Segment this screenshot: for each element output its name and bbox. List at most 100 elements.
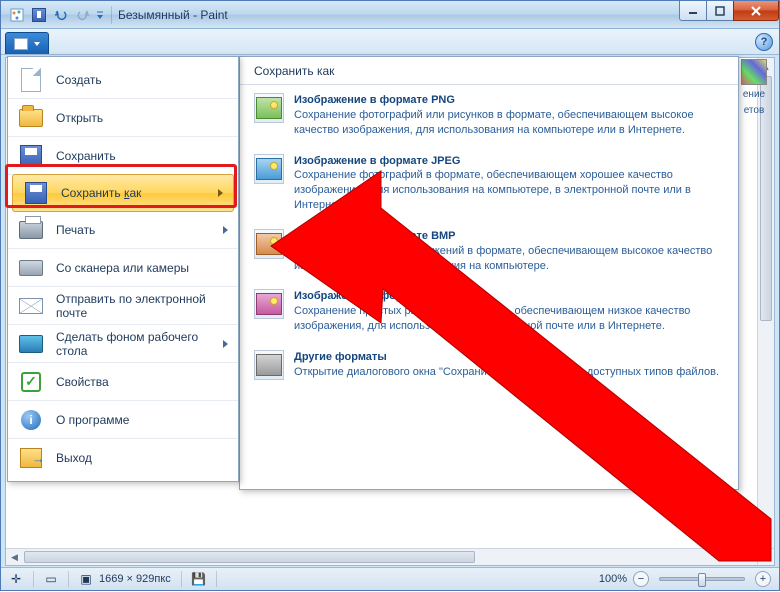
menu-label: Со сканера или камеры	[56, 261, 189, 275]
menu-item-about[interactable]: i О программе	[8, 401, 238, 439]
status-sep	[33, 571, 34, 587]
submenu-item-title: Изображение в формате JPEG	[294, 154, 724, 169]
paint-app-icon	[7, 5, 27, 25]
menu-item-exit[interactable]: Выход	[8, 439, 238, 477]
zoom-slider-knob[interactable]	[698, 573, 706, 587]
menu-label: Создать	[56, 73, 102, 87]
menu-label: Сделать фоном рабочего стола	[56, 330, 211, 358]
menu-item-scanner[interactable]: Со сканера или камеры	[8, 249, 238, 287]
ribbon-label-2: етов	[744, 105, 765, 117]
zoom-out-button[interactable]: −	[633, 571, 649, 587]
horizontal-scroll-thumb[interactable]	[24, 551, 475, 563]
edit-colors-icon[interactable]	[741, 59, 767, 85]
menu-item-new[interactable]: Создать	[8, 61, 238, 99]
save-as-submenu: Сохранить как Изображение в формате PNGС…	[239, 56, 739, 490]
ribbon-label-1: ение	[743, 89, 765, 101]
menu-label: Отправить по электронной почте	[56, 292, 228, 320]
canvas-size-icon: ▣	[79, 572, 93, 586]
menu-item-properties[interactable]: Свойства	[8, 363, 238, 401]
horizontal-scrollbar[interactable]: ◀ ▶	[6, 548, 757, 565]
file-tab[interactable]	[5, 32, 49, 54]
file-tab-icon	[14, 38, 28, 50]
scroll-left-icon[interactable]: ◀	[6, 549, 23, 565]
submenu-item-title: Изображение в формате PNG	[294, 93, 724, 108]
submenu-item-bmp[interactable]: Изображение в формате BMPСохранение любы…	[240, 221, 738, 282]
selection-size-icon: ▭	[44, 572, 58, 586]
menu-label: Открыть	[56, 111, 103, 125]
submenu-item-gif[interactable]: Изображение в формате GIFСохранение прос…	[240, 281, 738, 342]
menu-label: Выход	[56, 451, 92, 465]
qat-save-icon[interactable]	[29, 5, 49, 25]
menu-item-wallpaper[interactable]: Сделать фоном рабочего стола	[8, 325, 238, 363]
qat-redo-icon[interactable]	[73, 5, 93, 25]
file-size-icon: 💾	[192, 572, 206, 586]
zoom-slider[interactable]	[659, 577, 745, 581]
menu-label: Свойства	[56, 375, 109, 389]
scroll-corner	[757, 548, 774, 565]
minimize-button[interactable]	[679, 1, 707, 21]
info-icon: i	[18, 407, 44, 433]
menu-item-save[interactable]: Сохранить	[8, 137, 238, 175]
menu-item-open[interactable]: Открыть	[8, 99, 238, 137]
submenu-arrow-icon	[223, 340, 228, 348]
submenu-item-other[interactable]: Другие форматыОткрытие диалогового окна …	[240, 342, 738, 388]
submenu-item-desc: Сохранение фотографий или рисунков в фор…	[294, 108, 724, 138]
status-sep	[181, 571, 182, 587]
menu-item-save-as[interactable]: Сохранить как	[12, 174, 234, 212]
chevron-down-icon	[34, 42, 40, 46]
submenu-item-desc: Сохранение любых изображений в формате, …	[294, 244, 724, 274]
submenu-item-title: Другие форматы	[294, 350, 719, 365]
qat-undo-icon[interactable]	[51, 5, 71, 25]
submenu-item-png[interactable]: Изображение в формате PNGСохранение фото…	[240, 85, 738, 146]
bmp-icon	[254, 229, 284, 259]
other-format-icon	[254, 350, 284, 380]
submenu-title: Сохранить как	[240, 57, 738, 85]
submenu-item-jpeg[interactable]: Изображение в формате JPEGСохранение фот…	[240, 146, 738, 221]
help-button[interactable]: ?	[755, 33, 773, 51]
window-controls	[679, 1, 779, 21]
scroll-down-icon[interactable]: ▼	[758, 531, 774, 548]
print-icon	[18, 217, 44, 243]
open-icon	[18, 105, 44, 131]
submenu-arrow-icon	[223, 226, 228, 234]
menu-label: Печать	[56, 223, 95, 237]
menu-item-email[interactable]: Отправить по электронной почте	[8, 287, 238, 325]
png-icon	[254, 93, 284, 123]
submenu-item-desc: Открытие диалогового окна "Сохранить как…	[294, 365, 719, 380]
exit-icon	[18, 445, 44, 471]
status-sep	[216, 571, 217, 587]
mail-icon	[18, 293, 44, 319]
gif-icon	[254, 289, 284, 319]
vertical-scrollbar[interactable]: ▲ ▼	[757, 58, 774, 548]
window-title: Безымянный - Paint	[118, 8, 228, 22]
submenu-text: Изображение в формате BMPСохранение любы…	[294, 229, 724, 274]
zoom-in-button[interactable]: +	[755, 571, 771, 587]
status-bar: ✛ ▭ ▣ 1669 × 929пкс 💾 100% − +	[1, 567, 779, 590]
close-button[interactable]	[733, 1, 779, 21]
canvas-dimensions: 1669 × 929пкс	[99, 573, 171, 585]
zoom-level: 100%	[599, 573, 627, 585]
qat-customize-icon[interactable]	[95, 5, 105, 25]
cursor-position-icon: ✛	[9, 572, 23, 586]
maximize-button[interactable]	[706, 1, 734, 21]
jpeg-icon	[254, 154, 284, 184]
scroll-right-icon[interactable]: ▶	[740, 549, 757, 565]
desktop-icon	[18, 331, 44, 357]
submenu-text: Изображение в формате JPEGСохранение фот…	[294, 154, 724, 213]
submenu-arrow-icon	[218, 189, 223, 197]
ribbon: ?	[1, 29, 779, 55]
menu-item-print[interactable]: Печать	[8, 211, 238, 249]
submenu-text: Другие форматыОткрытие диалогового окна …	[294, 350, 719, 380]
menu-label: О программе	[56, 413, 129, 427]
status-sep	[68, 571, 69, 587]
titlebar: Безымянный - Paint	[1, 1, 779, 29]
save-as-icon	[23, 180, 49, 206]
ribbon-colors-group: ение етов	[734, 59, 774, 129]
submenu-item-desc: Сохранение простых рисунков в формате, о…	[294, 304, 724, 334]
submenu-item-title: Изображение в формате GIF	[294, 289, 724, 304]
submenu-item-title: Изображение в формате BMP	[294, 229, 724, 244]
submenu-item-desc: Сохранение фотографий в формате, обеспеч…	[294, 168, 724, 213]
titlebar-separator	[111, 6, 112, 24]
scanner-icon	[18, 255, 44, 281]
menu-label: Сохранить как	[61, 186, 141, 200]
